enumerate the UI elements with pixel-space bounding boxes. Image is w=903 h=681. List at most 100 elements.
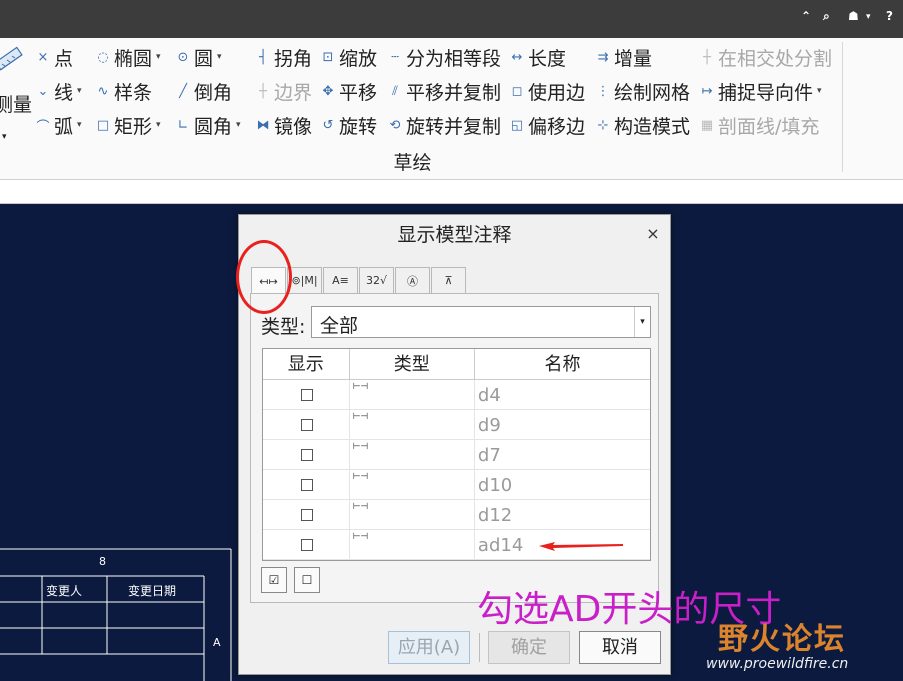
- apply-button[interactable]: 应用(A): [388, 631, 470, 664]
- close-icon[interactable]: ×: [644, 224, 662, 244]
- ribbon-button-label: 平移并复制: [406, 81, 502, 104]
- tab-geometric-tolerance-icon: ⊚|M|: [291, 274, 318, 287]
- ribbon: 测量 ▾ × 点 ⌄ 线 ▾ ⌒ 弧 ▾ ◌ 椭圆 ▾ ∿ 样条 □ 矩形 ▾ ⊙ 圆 ▾ ╱ 倒角 ∟ 圆角 ▾ ┤ 拐角 ┼ 边界…: [0, 38, 903, 180]
- name-cell: d9: [475, 410, 650, 440]
- ribbon-tool-icon: ⊹: [597, 117, 609, 133]
- ribbon-button-5-1[interactable]: ✥ 平移: [321, 78, 377, 104]
- ribbon-button-6-0[interactable]: ┄ 分为相等段: [388, 44, 501, 70]
- search-icon[interactable]: ⌕: [823, 9, 830, 24]
- show-checkbox[interactable]: [301, 539, 313, 551]
- chevron-down-icon[interactable]: ▾: [156, 52, 161, 62]
- table-row[interactable]: ⊢⊣ d12: [263, 500, 650, 530]
- show-checkbox[interactable]: [301, 509, 313, 521]
- tab-surface-finish[interactable]: 32√: [359, 267, 394, 293]
- column-header-show[interactable]: 显示: [263, 349, 350, 379]
- dimension-name: d9: [477, 415, 501, 436]
- show-checkbox[interactable]: [301, 449, 313, 461]
- tab-note[interactable]: A≡: [323, 267, 358, 293]
- button-separator: [479, 633, 480, 662]
- ribbon-tool-icon: ⋮: [596, 83, 610, 99]
- show-checkbox[interactable]: [301, 479, 313, 491]
- ribbon-button-8-1[interactable]: ⋮ 绘制网格: [596, 78, 691, 104]
- graduation-cap-icon[interactable]: ☗: [848, 9, 859, 23]
- ribbon-button-3-1[interactable]: ╱ 倒角: [176, 78, 232, 104]
- ok-button[interactable]: 确定: [488, 631, 570, 664]
- table-row[interactable]: ⊢⊣ d9: [263, 410, 650, 440]
- ribbon-button-6-2[interactable]: ⟲ 旋转并复制: [388, 112, 501, 138]
- ribbon-button-5-0[interactable]: ⊡ 缩放: [321, 44, 377, 70]
- ribbon-button-4-0[interactable]: ┤ 拐角: [256, 44, 312, 70]
- type-select[interactable]: 全部 ▾: [311, 306, 651, 338]
- column-header-type[interactable]: 类型: [350, 349, 475, 379]
- ribbon-tool-icon: ↔: [511, 49, 523, 65]
- ribbon-button-7-0[interactable]: ↔ 长度: [510, 44, 566, 70]
- tab-symbol-icon: Ⓐ: [407, 274, 418, 288]
- ribbon-button-4-1[interactable]: ┼ 边界: [256, 78, 312, 104]
- ribbon-button-7-1[interactable]: ◻ 使用边: [510, 78, 585, 104]
- top-bar: ⌃ ⌕ ☗ ▾ ?: [0, 0, 903, 38]
- chevron-down-icon[interactable]: ▾: [817, 86, 822, 96]
- chevron-up-icon[interactable]: ⌃: [801, 9, 811, 23]
- show-checkbox[interactable]: [301, 419, 313, 431]
- ribbon-button-7-2[interactable]: ◱ 偏移边: [510, 112, 585, 138]
- chevron-down-icon[interactable]: ▾: [236, 120, 241, 130]
- ribbon-button-label: 样条: [114, 81, 153, 104]
- table-row[interactable]: ⊢⊣ d4: [263, 380, 650, 410]
- table-row[interactable]: ⊢⊣ d7: [263, 440, 650, 470]
- ribbon-button-9-0[interactable]: ┼ 在相交处分割: [700, 44, 832, 70]
- show-cell: [263, 410, 350, 440]
- ribbon-button-5-2[interactable]: ↺ 旋转: [321, 112, 377, 138]
- ribbon-button-2-1[interactable]: ∿ 样条: [96, 78, 152, 104]
- ribbon-separator: [842, 42, 843, 172]
- ribbon-button-9-1[interactable]: ↦ 捕捉导向件 ▾: [700, 78, 822, 104]
- chevron-down-icon[interactable]: ▾: [634, 307, 650, 337]
- select-all-button[interactable]: ☑: [261, 567, 287, 593]
- ribbon-tool-icon: ∿: [97, 83, 109, 99]
- ribbon-button-8-2[interactable]: ⊹ 构造模式: [596, 112, 690, 138]
- type-cell: ⊢⊣: [350, 530, 475, 560]
- dimension-name: ad14: [477, 535, 524, 556]
- deselect-all-button[interactable]: ☐: [294, 567, 320, 593]
- tab-geometric-tolerance[interactable]: ⊚|M|: [287, 267, 322, 293]
- measure-button[interactable]: 测量: [0, 90, 32, 116]
- ribbon-tool-icon: ╱: [179, 83, 187, 99]
- ribbon-button-2-0[interactable]: ◌ 椭圆 ▾: [96, 44, 161, 70]
- ribbon-button-6-1[interactable]: ⫽ 平移并复制: [388, 78, 501, 104]
- cancel-button[interactable]: 取消: [579, 631, 661, 664]
- ribbon-button-label: 长度: [528, 47, 567, 70]
- ribbon-tool-icon: □: [96, 117, 110, 133]
- dimension-icon: ⊢⊣: [352, 472, 369, 482]
- chevron-down-icon[interactable]: ▾: [77, 86, 82, 96]
- tab-symbol[interactable]: Ⓐ: [395, 267, 430, 293]
- show-checkbox[interactable]: [301, 389, 313, 401]
- ribbon-button-1-0[interactable]: × 点: [36, 44, 73, 70]
- ribbon-button-1-1[interactable]: ⌄ 线 ▾: [36, 78, 82, 104]
- ribbon-button-label: 缩放: [339, 47, 378, 70]
- chevron-down-icon[interactable]: ▾: [217, 52, 222, 62]
- chevron-down-icon[interactable]: ▾: [156, 120, 161, 130]
- tab-surface-finish-icon: 32√: [365, 274, 387, 287]
- ribbon-tool-icon: ⟲: [389, 117, 401, 133]
- ribbon-button-4-2[interactable]: ⧓ 镜像: [256, 112, 313, 138]
- table-header: 显示 类型 名称: [263, 349, 650, 380]
- help-icon[interactable]: ?: [886, 9, 893, 23]
- ribbon-tool-icon: ┄: [391, 49, 399, 65]
- measure-dropdown-icon[interactable]: ▾: [2, 124, 7, 150]
- ribbon-button-1-2[interactable]: ⌒ 弧 ▾: [36, 112, 82, 138]
- ribbon-button-label: 剖面线/填充: [718, 115, 820, 138]
- column-header-name[interactable]: 名称: [475, 349, 650, 379]
- ruler-icon[interactable]: [0, 44, 24, 78]
- ribbon-button-2-2[interactable]: □ 矩形 ▾: [96, 112, 161, 138]
- tab-datum[interactable]: ⊼: [431, 267, 466, 293]
- table-side-letter: A: [213, 636, 221, 649]
- chevron-down-icon[interactable]: ▾: [77, 120, 82, 130]
- ribbon-group-label: 草绘: [393, 152, 432, 174]
- ribbon-button-3-2[interactable]: ∟ 圆角 ▾: [176, 112, 241, 138]
- table-row[interactable]: ⊢⊣ d10: [263, 470, 650, 500]
- ribbon-button-label: 平移: [339, 81, 378, 104]
- ribbon-button-8-0[interactable]: ⇉ 增量: [596, 44, 652, 70]
- ribbon-button-9-2[interactable]: ▦ 剖面线/填充: [700, 112, 820, 138]
- chevron-down-icon[interactable]: ▾: [866, 12, 871, 22]
- dimension-icon: ⊢⊣: [352, 382, 369, 392]
- ribbon-button-3-0[interactable]: ⊙ 圆 ▾: [176, 44, 222, 70]
